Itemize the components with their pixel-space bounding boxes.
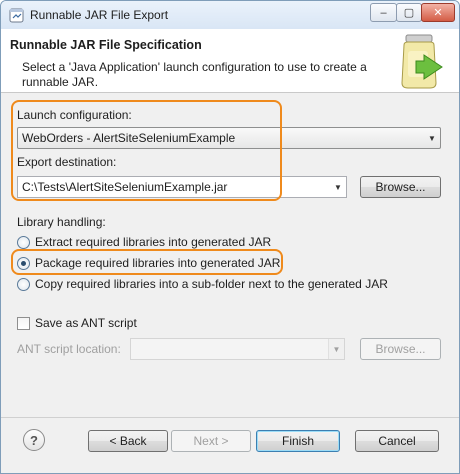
finish-button[interactable]: Finish xyxy=(256,430,340,452)
radio-button[interactable] xyxy=(17,235,30,249)
export-dialog: Runnable JAR File Export – ▢ ✕ Runnable … xyxy=(0,0,460,474)
minimize-icon: – xyxy=(380,6,387,19)
library-option-label: Extract required libraries into generate… xyxy=(35,235,272,249)
back-button[interactable]: < Back xyxy=(88,430,168,452)
library-handling-label: Library handling: xyxy=(17,215,106,229)
package-option-highlight xyxy=(11,249,283,275)
save-ant-script-option[interactable]: Save as ANT script xyxy=(17,316,137,330)
launch-export-highlight xyxy=(11,100,282,201)
close-icon: ✕ xyxy=(433,7,443,19)
chevron-down-icon: ▼ xyxy=(328,339,344,359)
cancel-label: Cancel xyxy=(378,434,416,448)
footer-separator xyxy=(1,417,459,418)
next-label: Next > xyxy=(193,434,229,448)
save-ant-label: Save as ANT script xyxy=(35,316,137,330)
export-browse-label: Browse... xyxy=(375,180,426,194)
chevron-down-icon[interactable]: ▼ xyxy=(330,177,346,197)
title-bar[interactable]: Runnable JAR File Export – ▢ ✕ xyxy=(1,1,459,29)
export-browse-button[interactable]: Browse... xyxy=(360,176,441,198)
maximize-button[interactable]: ▢ xyxy=(396,3,422,22)
page-description: Select a 'Java Application' launch confi… xyxy=(22,60,367,89)
maximize-icon: ▢ xyxy=(403,7,415,19)
cancel-button[interactable]: Cancel xyxy=(355,430,439,452)
library-option-extract[interactable]: Extract required libraries into generate… xyxy=(17,235,271,249)
help-button[interactable]: ? xyxy=(23,429,45,451)
ant-location-combo[interactable]: ▼ xyxy=(130,338,345,360)
wizard-header: Runnable JAR File Specification Select a… xyxy=(1,29,459,93)
help-icon: ? xyxy=(30,432,38,448)
page-title: Runnable JAR File Specification xyxy=(10,38,202,52)
close-button[interactable]: ✕ xyxy=(421,3,455,22)
jar-export-icon xyxy=(401,34,443,89)
radio-button[interactable] xyxy=(17,277,30,291)
eclipse-app-icon xyxy=(9,8,24,23)
finish-label: Finish xyxy=(281,434,314,448)
ant-browse-label: Browse... xyxy=(375,342,426,356)
save-ant-checkbox[interactable] xyxy=(17,316,30,330)
library-option-copy[interactable]: Copy required libraries into a sub-folde… xyxy=(17,277,388,291)
next-button[interactable]: Next > xyxy=(171,430,251,452)
ant-browse-button[interactable]: Browse... xyxy=(360,338,441,360)
back-label: < Back xyxy=(109,434,147,448)
minimize-button[interactable]: – xyxy=(370,3,397,22)
chevron-down-icon: ▼ xyxy=(428,133,436,143)
window-title: Runnable JAR File Export xyxy=(30,8,169,22)
ant-location-label: ANT script location: xyxy=(17,342,121,356)
library-option-label: Copy required libraries into a sub-folde… xyxy=(35,277,388,291)
